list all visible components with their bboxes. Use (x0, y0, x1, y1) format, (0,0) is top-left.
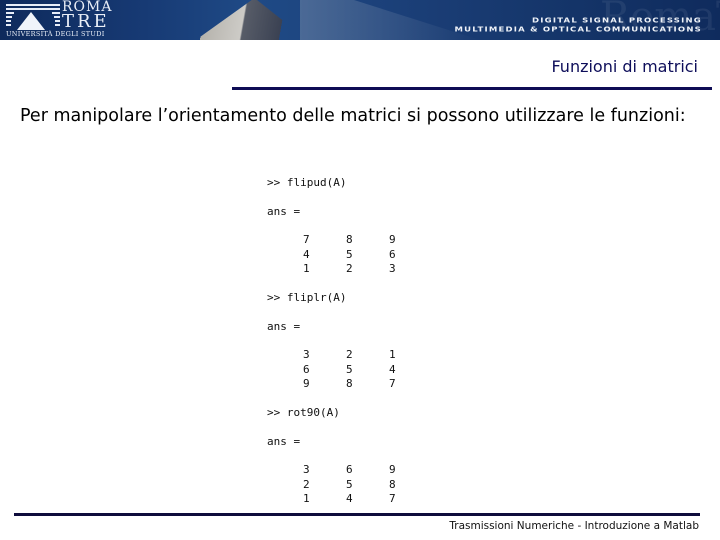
code-block-flipud: >> flipud(A) ans = 7 8 9 4 5 6 1 2 3 (267, 176, 396, 277)
footer-course-title: Trasmissioni Numeriche - Introduzione a … (449, 520, 699, 532)
title-divider (232, 87, 712, 90)
matrix-row: 9 8 7 (267, 377, 396, 392)
matrix-cell: 9 (389, 233, 396, 246)
matrix-cell: 2 (346, 348, 353, 361)
matrix-cell: 6 (389, 247, 396, 261)
matrix-cell: 9 (303, 377, 310, 390)
matrix-cell: 4 (346, 492, 353, 505)
matrix-row: 4 5 6 (267, 247, 396, 263)
banner-dsp-label: DIGITAL SIGNAL PROCESSING (532, 17, 702, 25)
matrix-row: 6 5 4 (267, 362, 396, 378)
matrix-cell: 5 (346, 362, 353, 376)
logo-name-tre: TRE (62, 11, 110, 32)
matrix-cell: 1 (303, 262, 310, 275)
code-block-fliplr: >> fliplr(A) ans = 3 2 1 6 5 4 9 8 7 (267, 291, 396, 392)
matrix-cell: 8 (346, 233, 353, 246)
result-label: ans = (267, 319, 301, 333)
code-command: >> flipud(A) (267, 176, 347, 189)
matrix-cell: 2 (346, 262, 353, 275)
matrix-cell: 5 (346, 247, 353, 261)
matrix-row: 3 2 1 (267, 348, 396, 363)
matrix-cell: 1 (389, 348, 396, 361)
matrix-cell: 2 (303, 477, 310, 491)
matrix-cell: 4 (389, 362, 396, 376)
matrix-row: 1 2 3 (267, 262, 396, 277)
matrix-row: 2 5 8 (267, 477, 396, 493)
intro-paragraph: Per manipolare l’orientamento delle matr… (20, 106, 686, 126)
footer-divider (14, 513, 700, 516)
university-logo: ROMA TRE UNIVERSITÀ DEGLI STUDI (4, 0, 130, 38)
matrix-cell: 4 (303, 247, 310, 261)
banner-multimedia-label: MULTIMEDIA & OPTICAL COMMUNICATIONS (454, 26, 702, 34)
matrix-row: 7 8 9 (267, 233, 396, 248)
matrix-cell: 3 (303, 348, 310, 361)
matrix-cell: 5 (346, 477, 353, 491)
pyramid-image (193, 0, 310, 40)
matrix-cell: 3 (389, 262, 396, 275)
result-label: ans = (267, 434, 301, 448)
matrix-cell: 7 (303, 233, 310, 246)
code-command: >> fliplr(A) (267, 291, 347, 304)
logo-subtitle: UNIVERSITÀ DEGLI STUDI (6, 30, 105, 38)
matrix-cell: 6 (346, 463, 353, 476)
matrix-cell: 3 (303, 463, 310, 476)
header-banner: RomaTre ROMA TRE UNIVERSITÀ DEGLI STUDI … (0, 0, 720, 40)
matrix-cell: 8 (389, 477, 396, 491)
matrix-cell: 8 (346, 377, 353, 390)
matrix-cell: 7 (389, 492, 396, 505)
logo-arch-icon (6, 4, 60, 30)
matrix-cell: 9 (389, 463, 396, 476)
matrix-cell: 7 (389, 377, 396, 390)
code-block-rot90: >> rot90(A) ans = 3 6 9 2 5 8 1 4 7 (267, 406, 396, 507)
pyramid-shadow (300, 0, 480, 40)
slide-title: Funzioni di matrici (551, 57, 698, 76)
matrix-row: 1 4 7 (267, 492, 396, 507)
result-label: ans = (267, 204, 301, 218)
matrix-cell: 1 (303, 492, 310, 505)
matrix-cell: 6 (303, 362, 310, 376)
matrix-row: 3 6 9 (267, 463, 396, 478)
code-command: >> rot90(A) (267, 406, 340, 419)
